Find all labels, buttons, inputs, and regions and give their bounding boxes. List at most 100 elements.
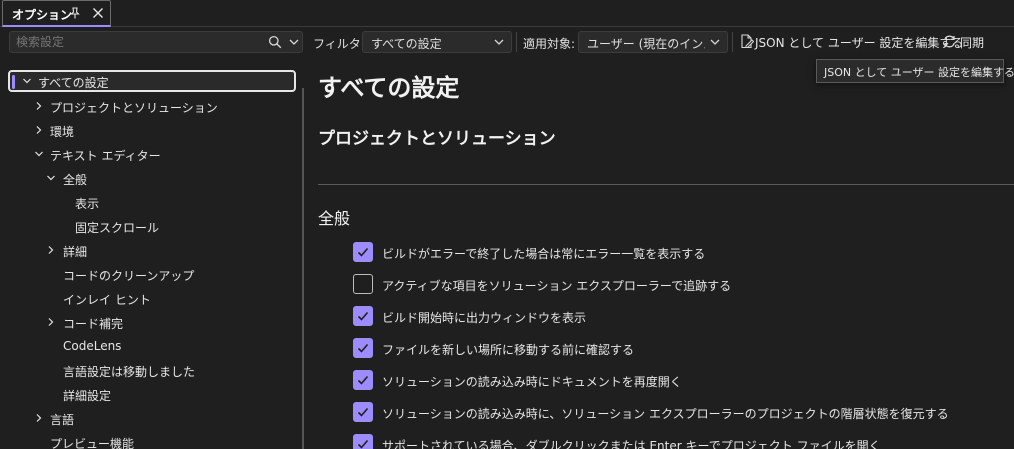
checkbox-unchecked[interactable] [353, 274, 373, 294]
tree-item-label: 言語設定は移動しました [63, 365, 196, 379]
checkbox-checked[interactable] [353, 402, 373, 422]
page-title: すべての設定 [318, 74, 460, 102]
option-track-active-item: アクティブな項目をソリューション エクスプローラーで追跡する [353, 274, 1003, 296]
option-label: ビルド開始時に出力ウィンドウを表示 [382, 311, 587, 325]
option-label: ソリューションの読み込み時にドキュメントを再度開く [382, 375, 682, 389]
checkmark-icon [357, 311, 369, 321]
search-box [9, 31, 303, 53]
settings-tree: すべての設定 プロジェクトとソリューション 環境 テキスト エディター 全般 表… [0, 64, 300, 449]
tree-item-label: 全般 [63, 173, 88, 187]
tree-item-label: 表示 [75, 197, 100, 211]
tree-item-code-completion[interactable]: コード補完 [8, 312, 296, 334]
tree-item-languages[interactable]: 言語 [8, 408, 296, 430]
checkmark-icon [357, 247, 369, 257]
chevron-right-icon[interactable] [46, 245, 56, 255]
option-reopen-documents: ソリューションの読み込み時にドキュメントを再度開く [353, 370, 1003, 392]
checkmark-icon [357, 343, 369, 353]
tree-item-language-settings-moved[interactable]: 言語設定は移動しました [8, 360, 296, 382]
tab-options[interactable]: オプション [2, 0, 111, 27]
tree-item-sticky-scroll[interactable]: 固定スクロール [8, 216, 296, 238]
tree-item-advanced[interactable]: 詳細 [8, 240, 296, 262]
settings-content: すべての設定 プロジェクトとソリューション 全般 ビルドがエラーで終了した場合は… [318, 64, 1014, 449]
checkbox-checked[interactable] [353, 306, 373, 326]
option-label: ビルドがエラーで終了した場合は常にエラー一覧を表示する [382, 247, 706, 261]
tree-item-display[interactable]: 表示 [8, 192, 296, 214]
tree-item-label: テキスト エディター [50, 149, 161, 163]
option-label: サポートされている場合、ダブルクリックまたは Enter キーでプロジェクト フ… [382, 439, 881, 449]
selection-indicator [12, 75, 15, 89]
option-restore-hierarchy: ソリューションの読み込み時に、ソリューション エクスプローラーのプロジェクトの階… [353, 402, 1003, 424]
search-icon[interactable] [268, 35, 282, 49]
checkbox-checked[interactable] [353, 338, 373, 358]
tree-item-label: CodeLens [63, 339, 122, 353]
tree-item-label: プレビュー機能 [50, 437, 135, 449]
tree-item-label: 固定スクロール [75, 221, 160, 235]
apply-to-label: 適用対象: [523, 37, 576, 51]
sync-icon [944, 35, 955, 48]
checkbox-checked[interactable] [353, 370, 373, 390]
tree-item-label: 環境 [50, 125, 75, 139]
tree-item-label: 詳細設定 [63, 389, 112, 403]
chevron-right-icon[interactable] [46, 317, 56, 327]
sync-button[interactable]: 同期 [940, 31, 1000, 53]
option-label: アクティブな項目をソリューション エクスプローラーで追跡する [382, 279, 732, 293]
document-tab-strip: オプション [0, 0, 1014, 27]
close-icon[interactable] [91, 6, 105, 20]
section-title: プロジェクトとソリューション [318, 129, 556, 149]
tree-item-all-settings[interactable]: すべての設定 [8, 70, 296, 92]
checkbox-checked[interactable] [353, 242, 373, 262]
option-label: ファイルを新しい場所に移動する前に確認する [382, 343, 635, 357]
tree-item-label: 言語 [50, 413, 75, 427]
tab-title: オプション [12, 8, 73, 22]
tree-item-code-cleanup[interactable]: コードのクリーンアップ [8, 264, 296, 286]
option-open-project-file: サポートされている場合、ダブルクリックまたは Enter キーでプロジェクト フ… [353, 434, 1003, 449]
checkmark-icon [357, 407, 369, 417]
checkbox-checked[interactable] [353, 434, 373, 449]
tree-item-label: 詳細 [63, 245, 88, 259]
pin-icon[interactable] [68, 6, 82, 20]
search-input[interactable] [16, 34, 256, 50]
checkmark-icon [357, 439, 369, 449]
apply-to-value: ユーザー (現在のインストール) [587, 37, 705, 51]
chevron-right-icon[interactable] [34, 101, 44, 111]
tree-item-general[interactable]: 全般 [8, 168, 296, 190]
tree-item-environment[interactable]: 環境 [8, 120, 296, 142]
chevron-down-icon [494, 39, 504, 45]
chevron-down-icon[interactable] [22, 76, 32, 86]
filter-dropdown[interactable]: すべての設定 [362, 31, 512, 53]
toolbar-separator [516, 32, 517, 52]
tree-item-preview-features[interactable]: プレビュー機能 [8, 432, 296, 449]
section-divider [318, 184, 1014, 185]
chevron-right-icon[interactable] [34, 413, 44, 423]
edit-file-icon [741, 34, 754, 49]
tree-item-projects-solutions[interactable]: プロジェクトとソリューション [8, 96, 296, 118]
edit-json-button[interactable]: JSON として ユーザー 設定を編集する [735, 31, 963, 53]
chevron-right-icon[interactable] [34, 125, 44, 135]
tree-item-label: コードのクリーンアップ [63, 269, 195, 283]
tree-item-text-editor[interactable]: テキスト エディター [8, 144, 296, 166]
apply-to-dropdown[interactable]: ユーザー (現在のインストール) [578, 31, 728, 53]
tooltip-text: JSON として ユーザー 設定を編集する [824, 66, 1014, 79]
tree-item-inlay-hints[interactable]: インレイ ヒント [8, 288, 296, 310]
tooltip: JSON として ユーザー 設定を編集する [816, 59, 1014, 83]
subsection-title: 全般 [318, 209, 351, 228]
sync-label: 同期 [960, 36, 985, 50]
option-show-error-list: ビルドがエラーで終了した場合は常にエラー一覧を表示する [353, 242, 1003, 264]
filter-value: すべての設定 [371, 37, 442, 51]
pane-splitter[interactable] [302, 88, 304, 449]
chevron-down-icon[interactable] [46, 173, 56, 183]
checkmark-icon [357, 375, 369, 385]
tree-item-advanced-settings[interactable]: 詳細設定 [8, 384, 296, 406]
option-show-output-window: ビルド開始時に出力ウィンドウを表示 [353, 306, 1003, 328]
option-label: ソリューションの読み込み時に、ソリューション エクスプローラーのプロジェクトの階… [382, 407, 949, 421]
option-confirm-move-file: ファイルを新しい場所に移動する前に確認する [353, 338, 1003, 360]
tree-item-codelens[interactable]: CodeLens [8, 336, 296, 358]
tree-item-label: インレイ ヒント [63, 293, 151, 307]
tree-item-label: プロジェクトとソリューション [50, 101, 218, 115]
tree-item-label: すべての設定 [38, 76, 109, 90]
chevron-down-icon[interactable] [288, 36, 300, 48]
chevron-down-icon[interactable] [34, 149, 44, 159]
tree-item-label: コード補完 [63, 317, 124, 331]
edit-json-label: JSON として ユーザー 設定を編集する [755, 36, 964, 50]
toolbar-separator [732, 32, 733, 52]
